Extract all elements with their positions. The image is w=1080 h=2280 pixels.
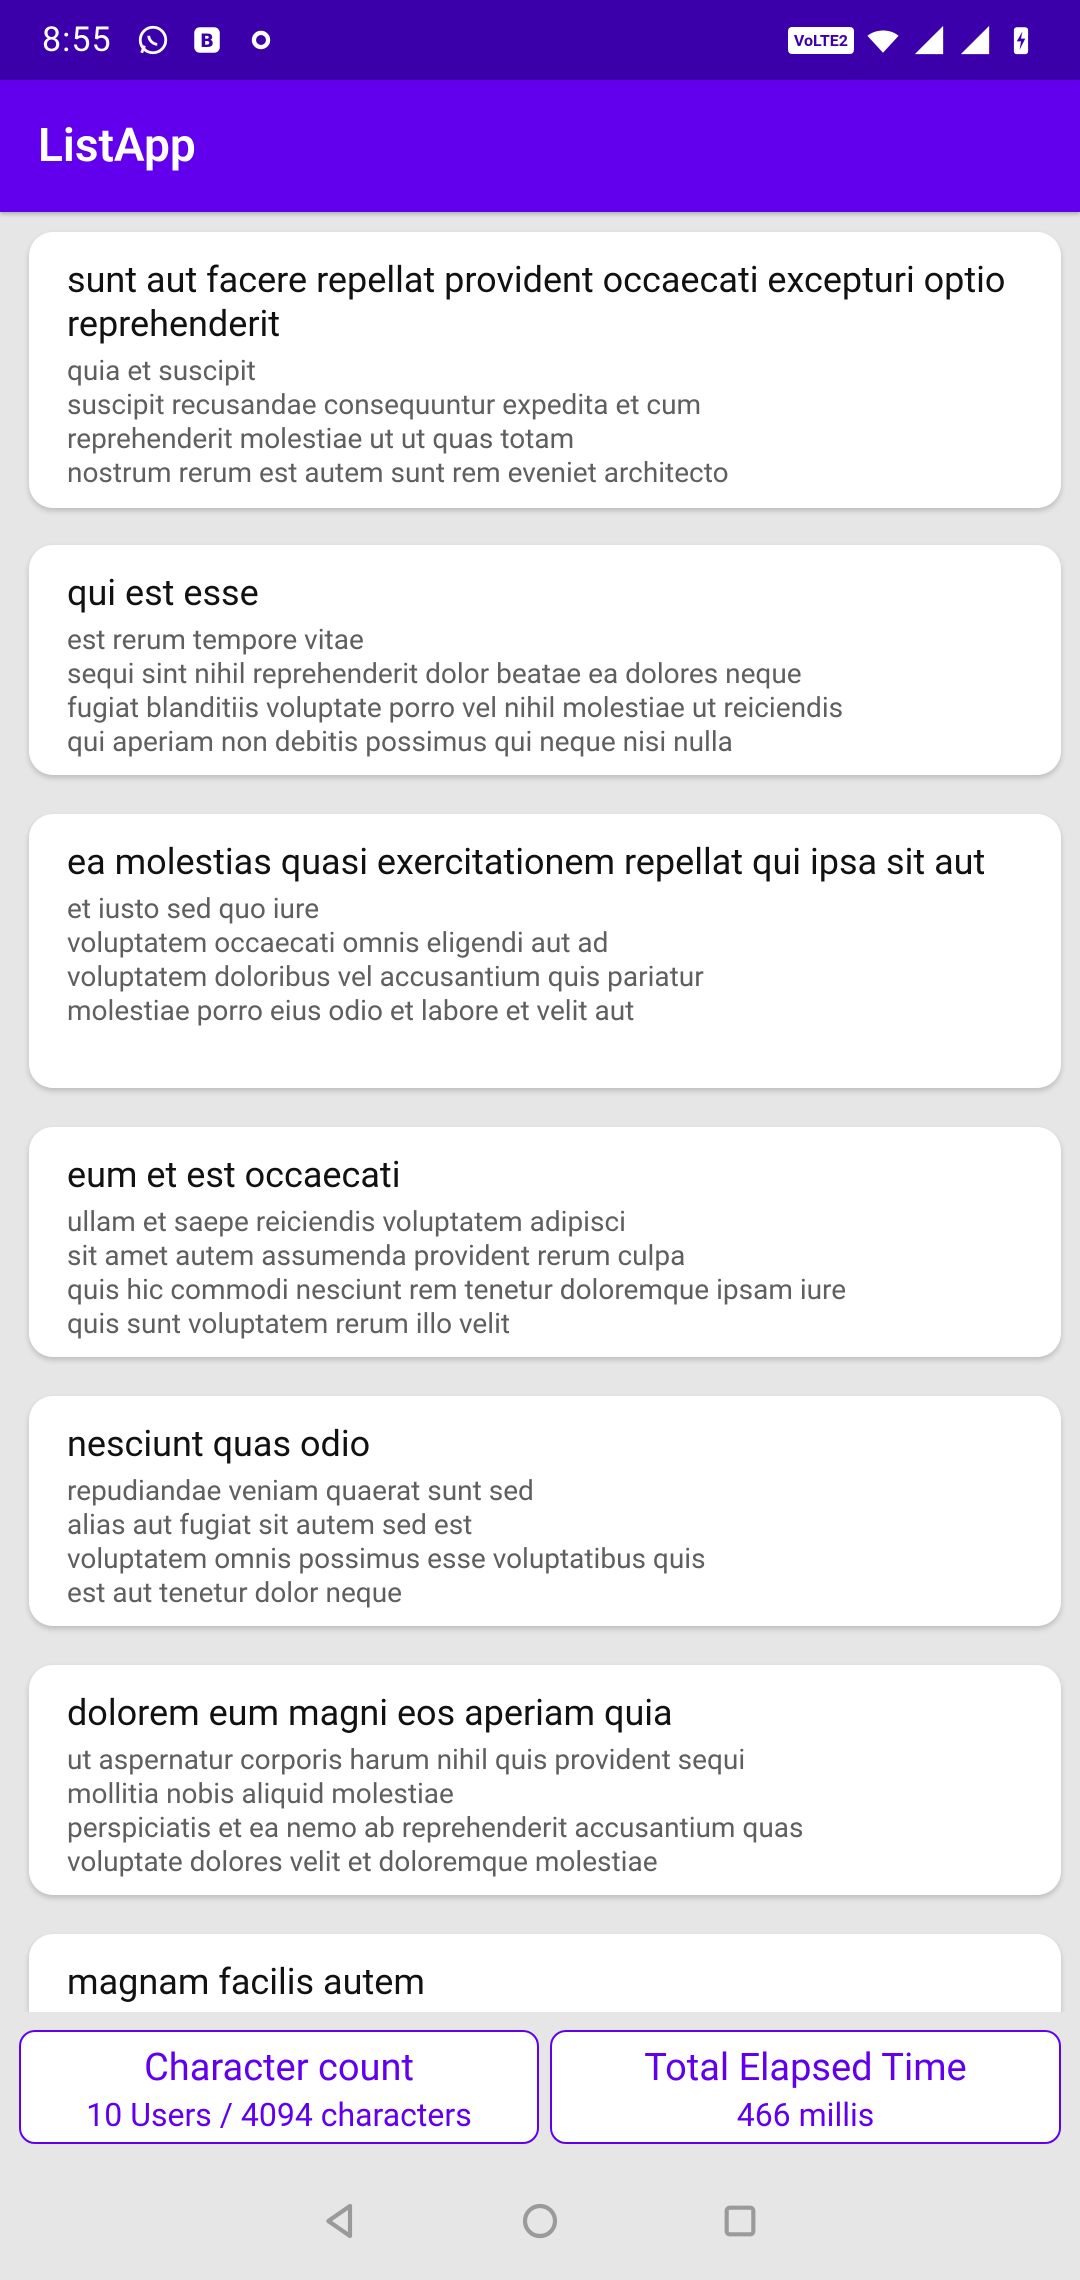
post-card[interactable]: sunt aut facere repellat provident occae… bbox=[29, 232, 1061, 508]
app-title: ListApp bbox=[38, 119, 196, 173]
signal-icon-2 bbox=[960, 25, 990, 55]
recents-button[interactable] bbox=[715, 2196, 765, 2246]
recents-icon bbox=[724, 2205, 756, 2237]
signal-icon-1 bbox=[914, 25, 944, 55]
character-count-value: 10 Users / 4094 characters bbox=[86, 2096, 472, 2134]
post-card[interactable]: eum et est occaecati ullam et saepe reic… bbox=[29, 1127, 1061, 1357]
status-bar: 8:55 B VoLTE2 bbox=[0, 0, 1080, 80]
post-title: sunt aut facere repellat provident occae… bbox=[67, 259, 1006, 345]
post-body: repudiandae veniam quaerat sunt sed alia… bbox=[67, 1474, 706, 1609]
back-icon bbox=[326, 2203, 353, 2239]
home-icon bbox=[522, 2203, 558, 2239]
elapsed-time-box: Total Elapsed Time 466 millis bbox=[550, 2030, 1061, 2144]
post-title: magnam facilis autem bbox=[67, 1961, 425, 2003]
post-card[interactable]: nesciunt quas odio repudiandae veniam qu… bbox=[29, 1396, 1061, 1626]
post-body: ut aspernatur corporis harum nihil quis … bbox=[67, 1743, 804, 1878]
svg-text:B: B bbox=[200, 31, 214, 52]
circle-status-icon bbox=[251, 30, 270, 50]
post-body: ullam et saepe reiciendis voluptatem adi… bbox=[67, 1205, 847, 1340]
home-button[interactable] bbox=[515, 2196, 565, 2246]
elapsed-time-title: Total Elapsed Time bbox=[644, 2046, 967, 2090]
post-card[interactable]: qui est esse est rerum tempore vitae seq… bbox=[29, 545, 1061, 775]
volte-badge: VoLTE2 bbox=[787, 26, 854, 54]
post-body: est rerum tempore vitae sequi sint nihil… bbox=[67, 623, 844, 758]
post-body: quia et suscipit suscipit recusandae con… bbox=[67, 354, 729, 489]
elapsed-time-value: 466 millis bbox=[736, 2096, 875, 2134]
system-icons: VoLTE2 bbox=[787, 23, 1038, 57]
app-bar: ListApp bbox=[0, 80, 1080, 212]
battery-charging-icon bbox=[1013, 27, 1029, 55]
status-time: 8:55 bbox=[42, 20, 112, 60]
post-title: ea molestias quasi exercitationem repell… bbox=[67, 841, 986, 883]
wifi-icon bbox=[867, 30, 899, 53]
character-count-box: Character count 10 Users / 4094 characte… bbox=[19, 2030, 539, 2144]
post-title: qui est esse bbox=[67, 572, 259, 614]
character-count-title: Character count bbox=[144, 2046, 414, 2090]
stats-bar: Character count 10 Users / 4094 characte… bbox=[0, 2012, 1080, 2162]
post-card[interactable]: ea molestias quasi exercitationem repell… bbox=[29, 814, 1061, 1088]
post-title: nesciunt quas odio bbox=[67, 1423, 371, 1465]
post-body: et iusto sed quo iure voluptatem occaeca… bbox=[67, 892, 704, 1027]
b-app-icon: B bbox=[193, 27, 220, 53]
post-card[interactable]: magnam facilis autem bbox=[29, 1934, 1061, 2012]
post-card[interactable]: dolorem eum magni eos aperiam quia ut as… bbox=[29, 1665, 1061, 1895]
whatsapp-icon bbox=[138, 25, 167, 55]
post-title: dolorem eum magni eos aperiam quia bbox=[67, 1692, 673, 1734]
post-title: eum et est occaecati bbox=[67, 1154, 401, 1196]
back-button[interactable] bbox=[315, 2196, 365, 2246]
post-list[interactable]: sunt aut facere repellat provident occae… bbox=[0, 212, 1080, 2012]
notification-icons: B bbox=[136, 23, 278, 57]
system-nav-bar bbox=[0, 2162, 1080, 2280]
